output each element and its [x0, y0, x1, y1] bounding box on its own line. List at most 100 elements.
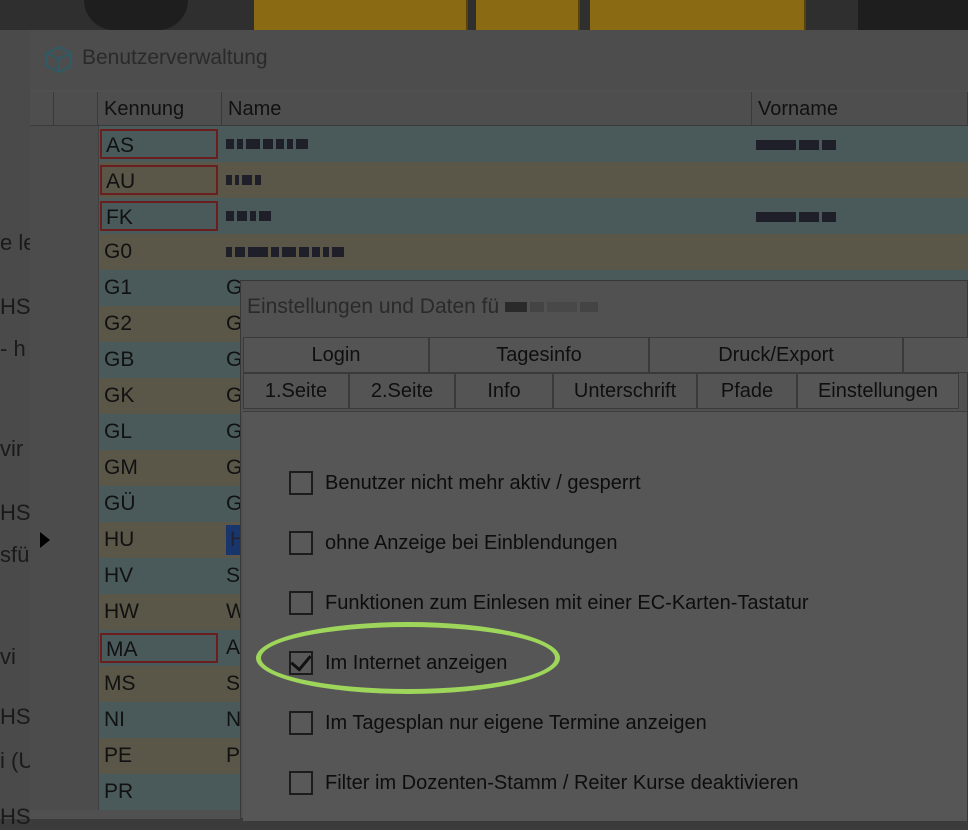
background-text-fragment: HS: [0, 804, 30, 829]
user-icon: [84, 0, 188, 30]
row-indicator[interactable]: [30, 270, 99, 306]
row-indicator[interactable]: [30, 738, 99, 774]
header-corner: [30, 92, 54, 126]
name-cell[interactable]: [226, 165, 264, 195]
toolbar-button-3[interactable]: [590, 0, 806, 30]
background-text-fragment: vi: [0, 644, 16, 669]
kennung-cell[interactable]: FK: [100, 201, 218, 231]
checkbox[interactable]: [289, 591, 313, 615]
checkbox[interactable]: [289, 771, 313, 795]
row-indicator[interactable]: [30, 558, 99, 594]
name-text: A: [226, 636, 241, 659]
kennung-cell[interactable]: MS: [100, 669, 218, 699]
kennung-cell[interactable]: GB: [100, 345, 218, 375]
checkbox-label[interactable]: Im Tagesplan nur eigene Termine anzeigen: [325, 708, 707, 738]
name-text: S: [226, 672, 241, 695]
row-indicator[interactable]: [30, 630, 99, 666]
checkbox-label[interactable]: Filter im Dozenten-Stamm / Reiter Kurse …: [325, 768, 799, 798]
tab-info[interactable]: Info: [455, 373, 553, 409]
table-row[interactable]: FK: [30, 198, 968, 234]
kennung-cell[interactable]: GK: [100, 381, 218, 411]
vorname-cell[interactable]: [756, 129, 839, 159]
tab-einstellungen[interactable]: Einstellungen: [797, 373, 959, 409]
row-indicator[interactable]: [30, 198, 99, 234]
tab-login[interactable]: Login: [243, 337, 429, 373]
row-indicator[interactable]: [30, 162, 99, 198]
tab-more[interactable]: [903, 337, 968, 373]
kennung-cell[interactable]: G2: [100, 309, 218, 339]
row-indicator[interactable]: [30, 378, 99, 414]
kennung-cell[interactable]: G1: [100, 273, 218, 303]
row-indicator[interactable]: [30, 594, 99, 630]
background-text-fragment: - h: [0, 336, 26, 361]
checkbox[interactable]: [289, 711, 313, 735]
column-header-vorname[interactable]: Vorname: [752, 92, 968, 126]
kennung-cell[interactable]: GM: [100, 453, 218, 483]
background-text-fragment: HS: [0, 294, 30, 319]
tab-tagesinfo[interactable]: Tagesinfo: [429, 337, 649, 373]
table-row[interactable]: AU: [30, 162, 968, 198]
checkbox-label[interactable]: Funktionen zum Einlesen mit einer EC-Kar…: [325, 588, 809, 618]
checkbox[interactable]: [289, 471, 313, 495]
kennung-cell[interactable]: MA: [100, 633, 218, 663]
background-text-fragment: sfü: [0, 542, 30, 567]
kennung-cell[interactable]: PE: [100, 741, 218, 771]
current-row-arrow-icon: [40, 532, 50, 548]
kennung-cell[interactable]: HV: [100, 561, 218, 591]
kennung-cell[interactable]: HW: [100, 597, 218, 627]
name-cell[interactable]: N: [226, 705, 241, 735]
kennung-cell[interactable]: NI: [100, 705, 218, 735]
settings-dialog: Einstellungen und Daten fü Login Tagesin…: [240, 280, 968, 821]
dialog-title: Einstellungen und Daten fü: [247, 295, 601, 319]
row-indicator[interactable]: [30, 126, 99, 162]
column-header-kennung[interactable]: Kennung: [98, 92, 222, 126]
window-titlebar: Benutzerverwaltung: [30, 30, 968, 90]
row-indicator[interactable]: [30, 306, 99, 342]
name-text: N: [226, 708, 242, 731]
name-cell[interactable]: A: [226, 633, 240, 663]
row-indicator[interactable]: [30, 450, 99, 486]
row-indicator[interactable]: [30, 486, 99, 522]
background-text-fragment: HS: [0, 704, 30, 729]
name-text: S: [226, 564, 241, 587]
checkbox-label[interactable]: ohne Anzeige bei Einblendungen: [325, 528, 617, 558]
kennung-cell[interactable]: GL: [100, 417, 218, 447]
table-row[interactable]: AS: [30, 126, 968, 162]
column-header-name[interactable]: Name: [222, 92, 752, 126]
checkbox-label[interactable]: Benutzer nicht mehr aktiv / gesperrt: [325, 468, 641, 498]
checkbox[interactable]: [289, 531, 313, 555]
kennung-cell[interactable]: AS: [100, 129, 218, 159]
row-indicator[interactable]: [30, 414, 99, 450]
background-toolbar: [0, 0, 968, 30]
name-cell[interactable]: [226, 201, 274, 231]
table-row[interactable]: G0: [30, 234, 968, 270]
kennung-cell[interactable]: AU: [100, 165, 218, 195]
background-text-fragment: vir: [0, 436, 24, 461]
tab-pfade[interactable]: Pfade: [697, 373, 797, 409]
row-indicator[interactable]: [30, 666, 99, 702]
background-panel: e le HS - h vir HS sfü vi HS i (U HS: [0, 30, 30, 829]
row-indicator[interactable]: [30, 774, 99, 810]
name-cell[interactable]: S: [226, 561, 240, 591]
row-indicator[interactable]: [30, 702, 99, 738]
row-indicator[interactable]: [30, 522, 99, 558]
name-cell[interactable]: P: [226, 741, 240, 771]
vorname-cell[interactable]: [756, 201, 839, 231]
row-indicator[interactable]: [30, 342, 99, 378]
tab-2-seite[interactable]: 2.Seite: [349, 373, 455, 409]
tab-1-seite[interactable]: 1.Seite: [243, 373, 349, 409]
name-cell[interactable]: [226, 237, 347, 267]
name-cell[interactable]: [226, 129, 311, 159]
name-cell[interactable]: S: [226, 669, 240, 699]
toolbar-button-2[interactable]: [476, 0, 580, 30]
settings-panel: Benutzer nicht mehr aktiv / gesperrt ohne…: [243, 411, 967, 821]
tab-druck-export[interactable]: Druck/Export: [649, 337, 903, 373]
kennung-cell[interactable]: GÜ: [100, 489, 218, 519]
list-icon: [858, 0, 968, 30]
kennung-cell[interactable]: PR: [100, 777, 218, 807]
toolbar-button-1[interactable]: [254, 0, 468, 30]
tab-unterschrift[interactable]: Unterschrift: [553, 373, 697, 409]
kennung-cell[interactable]: HU: [100, 525, 218, 555]
row-indicator[interactable]: [30, 234, 99, 270]
kennung-cell[interactable]: G0: [100, 237, 218, 267]
